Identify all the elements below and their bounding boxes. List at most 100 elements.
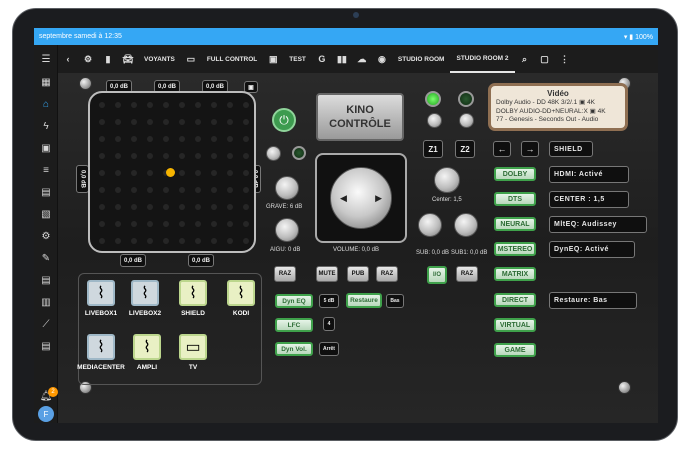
dyneq-button[interactable]: Dyn EQ bbox=[275, 294, 313, 308]
source-kodi[interactable]: KODI bbox=[216, 310, 266, 317]
remote-icon[interactable]: ▮ bbox=[98, 45, 118, 73]
pad-grid-dot bbox=[179, 238, 185, 244]
energy-icon[interactable]: ϟ bbox=[39, 119, 53, 133]
raz-button-2[interactable]: RAZ bbox=[376, 266, 398, 282]
speaker-icon[interactable]: ◉ bbox=[372, 45, 392, 73]
cast-icon[interactable]: ⌇ bbox=[87, 334, 115, 360]
source-mediacenter[interactable]: MEDIACENTER bbox=[76, 364, 126, 371]
pad-grid-dot bbox=[131, 102, 137, 108]
zone-2-button[interactable]: Z2 bbox=[455, 140, 475, 158]
cast-icon[interactable]: ⌇ bbox=[133, 334, 161, 360]
projector-icon[interactable]: ▣ bbox=[263, 45, 283, 73]
tab-voyants[interactable]: VOYANTS bbox=[138, 45, 181, 73]
pad-grid-dot bbox=[131, 136, 137, 142]
input-selector-knob[interactable] bbox=[427, 113, 442, 128]
sidebar: ☰ ▦ ⌂ ϟ ▣ ≡ ▤ ▧ ⚙ ✎ ▤ ▥ ⟋ ▤ 🔔︎ 2 F bbox=[34, 45, 58, 423]
pad-grid-dot bbox=[227, 204, 233, 210]
media-icon[interactable]: ▣ bbox=[39, 141, 53, 155]
pad-grid-dot bbox=[115, 221, 121, 227]
source-livebox2[interactable]: LIVEBOX2 bbox=[120, 310, 170, 317]
wrench-icon[interactable]: ✎ bbox=[39, 251, 53, 265]
tab-studio-room[interactable]: STUDIO ROOM bbox=[392, 45, 451, 73]
mode-dts-button[interactable]: DTS bbox=[494, 192, 536, 206]
restore-button[interactable]: Restaure bbox=[346, 293, 382, 308]
output-selector-knob[interactable] bbox=[459, 113, 474, 128]
mode-virtual-button[interactable]: VIRTUAL bbox=[494, 318, 536, 332]
bars-icon[interactable]: ▮▮ bbox=[332, 45, 352, 73]
power-button[interactable]: ⏻ bbox=[272, 108, 296, 132]
mode-direct-button[interactable]: DIRECT bbox=[494, 293, 536, 307]
dashboard-icon[interactable]: ▦ bbox=[39, 75, 53, 89]
list-icon[interactable]: ≡ bbox=[39, 163, 53, 177]
center-knob[interactable] bbox=[434, 167, 460, 193]
mode-matrix-button[interactable]: MATRIX bbox=[494, 267, 536, 281]
status-led-green bbox=[425, 91, 441, 107]
tab-test[interactable]: TEST bbox=[283, 45, 312, 73]
sub-knob[interactable] bbox=[418, 213, 442, 237]
lfc-button[interactable]: LFC bbox=[275, 318, 313, 332]
settings-icon[interactable]: ⚙ bbox=[39, 229, 53, 243]
mode-neural-button[interactable]: NEURAL bbox=[494, 217, 536, 231]
volume-up-icon[interactable]: ▶︎ bbox=[375, 193, 382, 204]
volume-down-icon[interactable]: ◀︎ bbox=[340, 193, 347, 204]
car-icon[interactable]: 🚘︎ bbox=[118, 45, 138, 73]
bass-knob[interactable] bbox=[275, 176, 299, 200]
source-shield[interactable]: SHIELD bbox=[168, 310, 218, 317]
notification-badge: 2 bbox=[48, 387, 58, 397]
pad-grid-dot bbox=[115, 153, 121, 159]
cast-icon[interactable]: ⌇ bbox=[227, 280, 255, 306]
cast-icon[interactable]: ⌇ bbox=[179, 280, 207, 306]
home-icon[interactable]: ⌂ bbox=[39, 97, 53, 111]
avatar[interactable]: F bbox=[38, 406, 54, 422]
sofa-icon[interactable]: ▭ bbox=[181, 45, 201, 73]
raz-button-3[interactable]: RAZ bbox=[456, 266, 478, 282]
weather-icon[interactable]: ☁ bbox=[352, 45, 372, 73]
gain-surround-right[interactable]: 0,0 dB bbox=[188, 254, 214, 267]
notes-icon[interactable]: ▤ bbox=[39, 339, 53, 353]
source-tv[interactable]: TV bbox=[168, 364, 218, 371]
treble-label: AIGU: 0 dB bbox=[270, 247, 301, 253]
zone-1-button[interactable]: Z1 bbox=[423, 140, 443, 158]
pad-grid-dot bbox=[227, 238, 233, 244]
pad-grid-dot bbox=[227, 187, 233, 193]
arrow-left-icon[interactable]: ← bbox=[493, 141, 511, 157]
assist-icon[interactable]: ▢ bbox=[535, 45, 555, 73]
mode-dolby-button[interactable]: DOLBY bbox=[494, 167, 536, 181]
tab-studio-room-2[interactable]: STUDIO ROOM 2 bbox=[450, 45, 515, 73]
pad-grid-dot bbox=[243, 119, 249, 125]
chart-icon[interactable]: ⟋ bbox=[39, 317, 53, 331]
menu-icon[interactable]: ☰ bbox=[39, 52, 53, 66]
arrow-right-icon[interactable]: → bbox=[521, 141, 539, 157]
mode-mstereo-button[interactable]: MSTEREO bbox=[494, 242, 536, 256]
io-button[interactable]: I/O bbox=[427, 266, 447, 284]
pub-button[interactable]: PUB bbox=[347, 266, 369, 282]
google-icon[interactable]: G bbox=[312, 45, 332, 73]
cast-icon[interactable]: ⌇ bbox=[131, 280, 159, 306]
gain-surround-left[interactable]: 0,0 dB bbox=[120, 254, 146, 267]
mute-button[interactable]: MUTE bbox=[316, 266, 338, 282]
sub1-label: SUB1: 0,0 dB bbox=[451, 250, 488, 256]
dynvol-button[interactable]: Dyn Vol. bbox=[275, 342, 313, 356]
balance-cursor[interactable] bbox=[166, 168, 175, 177]
raz-button-1[interactable]: RAZ bbox=[274, 266, 296, 282]
cast-icon[interactable]: ⌇ bbox=[87, 280, 115, 306]
settings-tab-icon[interactable]: ⚙ bbox=[78, 45, 98, 73]
search-icon[interactable]: ⌕ bbox=[515, 45, 535, 73]
logbook-icon[interactable]: ▤ bbox=[39, 273, 53, 287]
balance-pad[interactable] bbox=[88, 91, 256, 253]
map-icon[interactable]: ▧ bbox=[39, 207, 53, 221]
tab-full-control[interactable]: FULL CONTROL bbox=[201, 45, 263, 73]
mini-knob[interactable] bbox=[266, 146, 281, 161]
source-livebox1[interactable]: LIVEBOX1 bbox=[76, 310, 126, 317]
mode-game-button[interactable]: GAME bbox=[494, 343, 536, 357]
sub1-knob[interactable] bbox=[454, 213, 478, 237]
pad-grid-dot bbox=[227, 102, 233, 108]
source-ampli[interactable]: AMPLI bbox=[122, 364, 172, 371]
more-icon[interactable]: ⋮ bbox=[555, 45, 575, 73]
calendar-icon[interactable]: ▤ bbox=[39, 185, 53, 199]
volume-knob[interactable]: ◀︎ ▶︎ bbox=[330, 167, 392, 229]
treble-knob[interactable] bbox=[275, 218, 299, 242]
history-icon[interactable]: ▥ bbox=[39, 295, 53, 309]
tv-icon[interactable]: ▭ bbox=[179, 334, 207, 360]
back-icon[interactable]: ‹ bbox=[58, 45, 78, 73]
